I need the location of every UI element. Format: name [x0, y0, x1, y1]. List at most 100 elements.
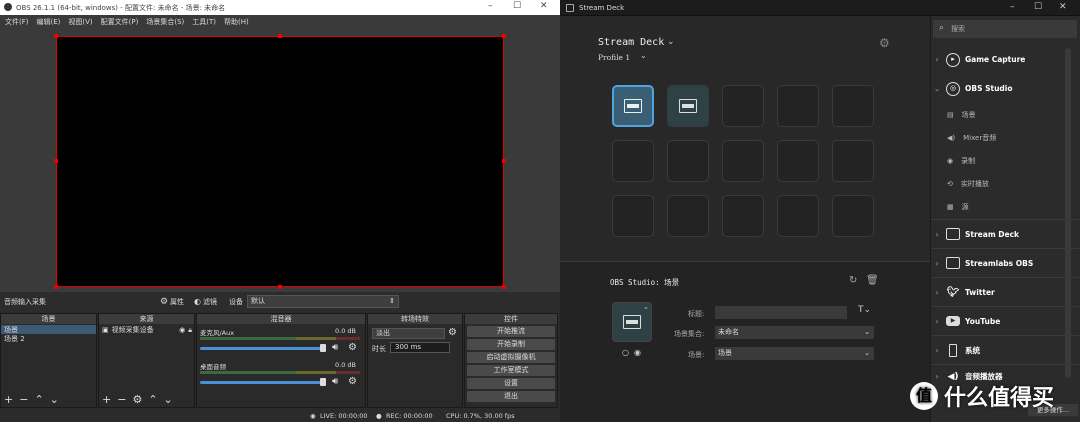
maximize-icon[interactable]: ☐: [513, 1, 521, 11]
key-slot[interactable]: [612, 140, 654, 182]
resize-handle[interactable]: [278, 34, 282, 38]
add-icon[interactable]: +: [102, 393, 111, 406]
maximize-icon[interactable]: ☐: [1034, 2, 1042, 12]
settings-button[interactable]: 设置: [467, 378, 555, 389]
key-slot[interactable]: [612, 195, 654, 237]
start-streaming-button[interactable]: 开始推流: [467, 326, 555, 337]
action-source[interactable]: ▦ 源: [931, 195, 1079, 218]
scene-collection-select[interactable]: 未命名 ⌄: [715, 326, 874, 339]
action-scene[interactable]: ▤ 场景: [931, 103, 1079, 126]
menu-tools[interactable]: 工具(T): [192, 17, 216, 27]
gear-icon[interactable]: ⚙: [348, 376, 357, 387]
chevron-down-icon[interactable]: ⌄: [643, 303, 649, 311]
resize-handle[interactable]: [54, 285, 58, 289]
start-recording-button[interactable]: 开始录制: [467, 339, 555, 350]
search-input[interactable]: ⌕ 搜索: [933, 20, 1077, 38]
category-game-capture[interactable]: › ▸ Game Capture: [931, 45, 1079, 74]
resize-handle[interactable]: [502, 34, 506, 38]
slider-handle[interactable]: [320, 344, 326, 352]
source-item[interactable]: ▣ 视频采集设备 ◉ 🔒︎: [99, 325, 194, 335]
down-icon[interactable]: ⌄: [164, 393, 173, 406]
device-select[interactable]: 默认 ⇕: [247, 295, 399, 308]
filter-icon[interactable]: ◐: [194, 297, 201, 306]
volume-slider[interactable]: [200, 347, 325, 350]
menu-profile[interactable]: 配置文件(P): [101, 17, 139, 27]
up-icon[interactable]: ⌃: [148, 393, 157, 406]
menu-help[interactable]: 帮助(H): [224, 17, 249, 27]
filters-button[interactable]: 滤镜: [203, 297, 217, 307]
down-icon[interactable]: ⌄: [50, 393, 59, 406]
visibility-icon[interactable]: ◉: [179, 326, 185, 334]
gear-icon[interactable]: ⚙: [879, 36, 890, 50]
key-slot[interactable]: [832, 140, 874, 182]
title-input[interactable]: [715, 306, 847, 319]
chevron-down-icon[interactable]: ⌄: [667, 37, 675, 47]
speaker-icon[interactable]: 🔊︎: [332, 376, 338, 387]
remove-icon[interactable]: −: [117, 393, 126, 406]
key-slot[interactable]: [667, 85, 709, 127]
category-obs-studio[interactable]: ⌄ ◎ OBS Studio: [931, 74, 1079, 103]
state-radio-on[interactable]: ◉: [634, 348, 641, 357]
menu-view[interactable]: 视图(V): [68, 17, 92, 27]
gear-icon[interactable]: ⚙: [348, 342, 357, 353]
speaker-icon[interactable]: 🔊︎: [332, 342, 338, 353]
start-virtual-camera-button[interactable]: 启动虚拟摄像机: [467, 352, 555, 363]
key-slot[interactable]: [722, 85, 764, 127]
menu-scene-collection[interactable]: 场景集合(S): [146, 17, 184, 27]
text-format-icon[interactable]: T⌄: [858, 305, 871, 315]
close-icon[interactable]: ✕: [540, 1, 548, 11]
up-icon[interactable]: ⌃: [34, 393, 43, 406]
trash-icon[interactable]: 🗑︎: [866, 275, 879, 286]
state-radio-off[interactable]: ○: [622, 348, 629, 357]
key-slot[interactable]: [667, 140, 709, 182]
remove-icon[interactable]: −: [19, 393, 28, 406]
category-stream-deck[interactable]: › Stream Deck: [931, 219, 1079, 248]
exit-button[interactable]: 退出: [467, 391, 555, 402]
transition-select[interactable]: 淡出: [372, 328, 445, 339]
scene-select[interactable]: 场景 ⌄: [715, 347, 874, 360]
key-slot[interactable]: [722, 140, 764, 182]
slider-handle[interactable]: [320, 378, 326, 386]
action-mixer-audio[interactable]: ◀︎) Mixer音频: [931, 126, 1079, 149]
duration-input[interactable]: 300 ms: [390, 342, 450, 353]
action-replay[interactable]: ⟲ 实时播放: [931, 172, 1079, 195]
gear-icon[interactable]: ⚙: [160, 297, 168, 307]
gear-icon[interactable]: ⚙: [132, 393, 142, 406]
resize-handle[interactable]: [278, 285, 282, 289]
refresh-icon[interactable]: ↻: [849, 275, 857, 286]
obs-preview-canvas[interactable]: [54, 34, 506, 289]
minimize-icon[interactable]: –: [1010, 2, 1015, 12]
properties-button[interactable]: 属性: [170, 297, 184, 307]
scene-item[interactable]: 场景: [1, 325, 96, 334]
menu-file[interactable]: 文件(F): [5, 17, 29, 27]
resize-handle[interactable]: [54, 34, 58, 38]
studio-mode-button[interactable]: 工作室模式: [467, 365, 555, 376]
key-slot[interactable]: [832, 195, 874, 237]
category-streamlabs-obs[interactable]: › Streamlabs OBS: [931, 248, 1079, 277]
category-youtube[interactable]: › ▶ YouTube: [931, 306, 1079, 335]
gear-icon[interactable]: ⚙: [448, 327, 457, 338]
action-record[interactable]: ◉ 录制: [931, 149, 1079, 172]
close-icon[interactable]: ✕: [1059, 2, 1067, 12]
minimize-icon[interactable]: –: [488, 1, 493, 11]
key-slot[interactable]: [832, 85, 874, 127]
key-slot[interactable]: [612, 85, 654, 127]
add-icon[interactable]: +: [4, 393, 13, 406]
key-slot[interactable]: [777, 140, 819, 182]
key-slot[interactable]: [777, 85, 819, 127]
resize-handle[interactable]: [502, 285, 506, 289]
menu-edit[interactable]: 编辑(E): [37, 17, 61, 27]
category-twitter[interactable]: › 🐦︎ Twitter: [931, 277, 1079, 306]
volume-slider[interactable]: [200, 381, 325, 384]
resize-handle[interactable]: [54, 159, 58, 163]
profile-select[interactable]: Profile 1: [598, 53, 630, 62]
device-select[interactable]: Stream Deck: [598, 37, 664, 48]
key-slot[interactable]: [722, 195, 764, 237]
chevron-down-icon[interactable]: ⌄: [640, 51, 647, 60]
resize-handle[interactable]: [502, 159, 506, 163]
key-slot[interactable]: [777, 195, 819, 237]
category-system[interactable]: › 系统: [931, 335, 1079, 364]
action-preview-key[interactable]: ⌄: [612, 302, 652, 342]
scene-item[interactable]: 场景 2: [1, 334, 96, 343]
key-slot[interactable]: [667, 195, 709, 237]
